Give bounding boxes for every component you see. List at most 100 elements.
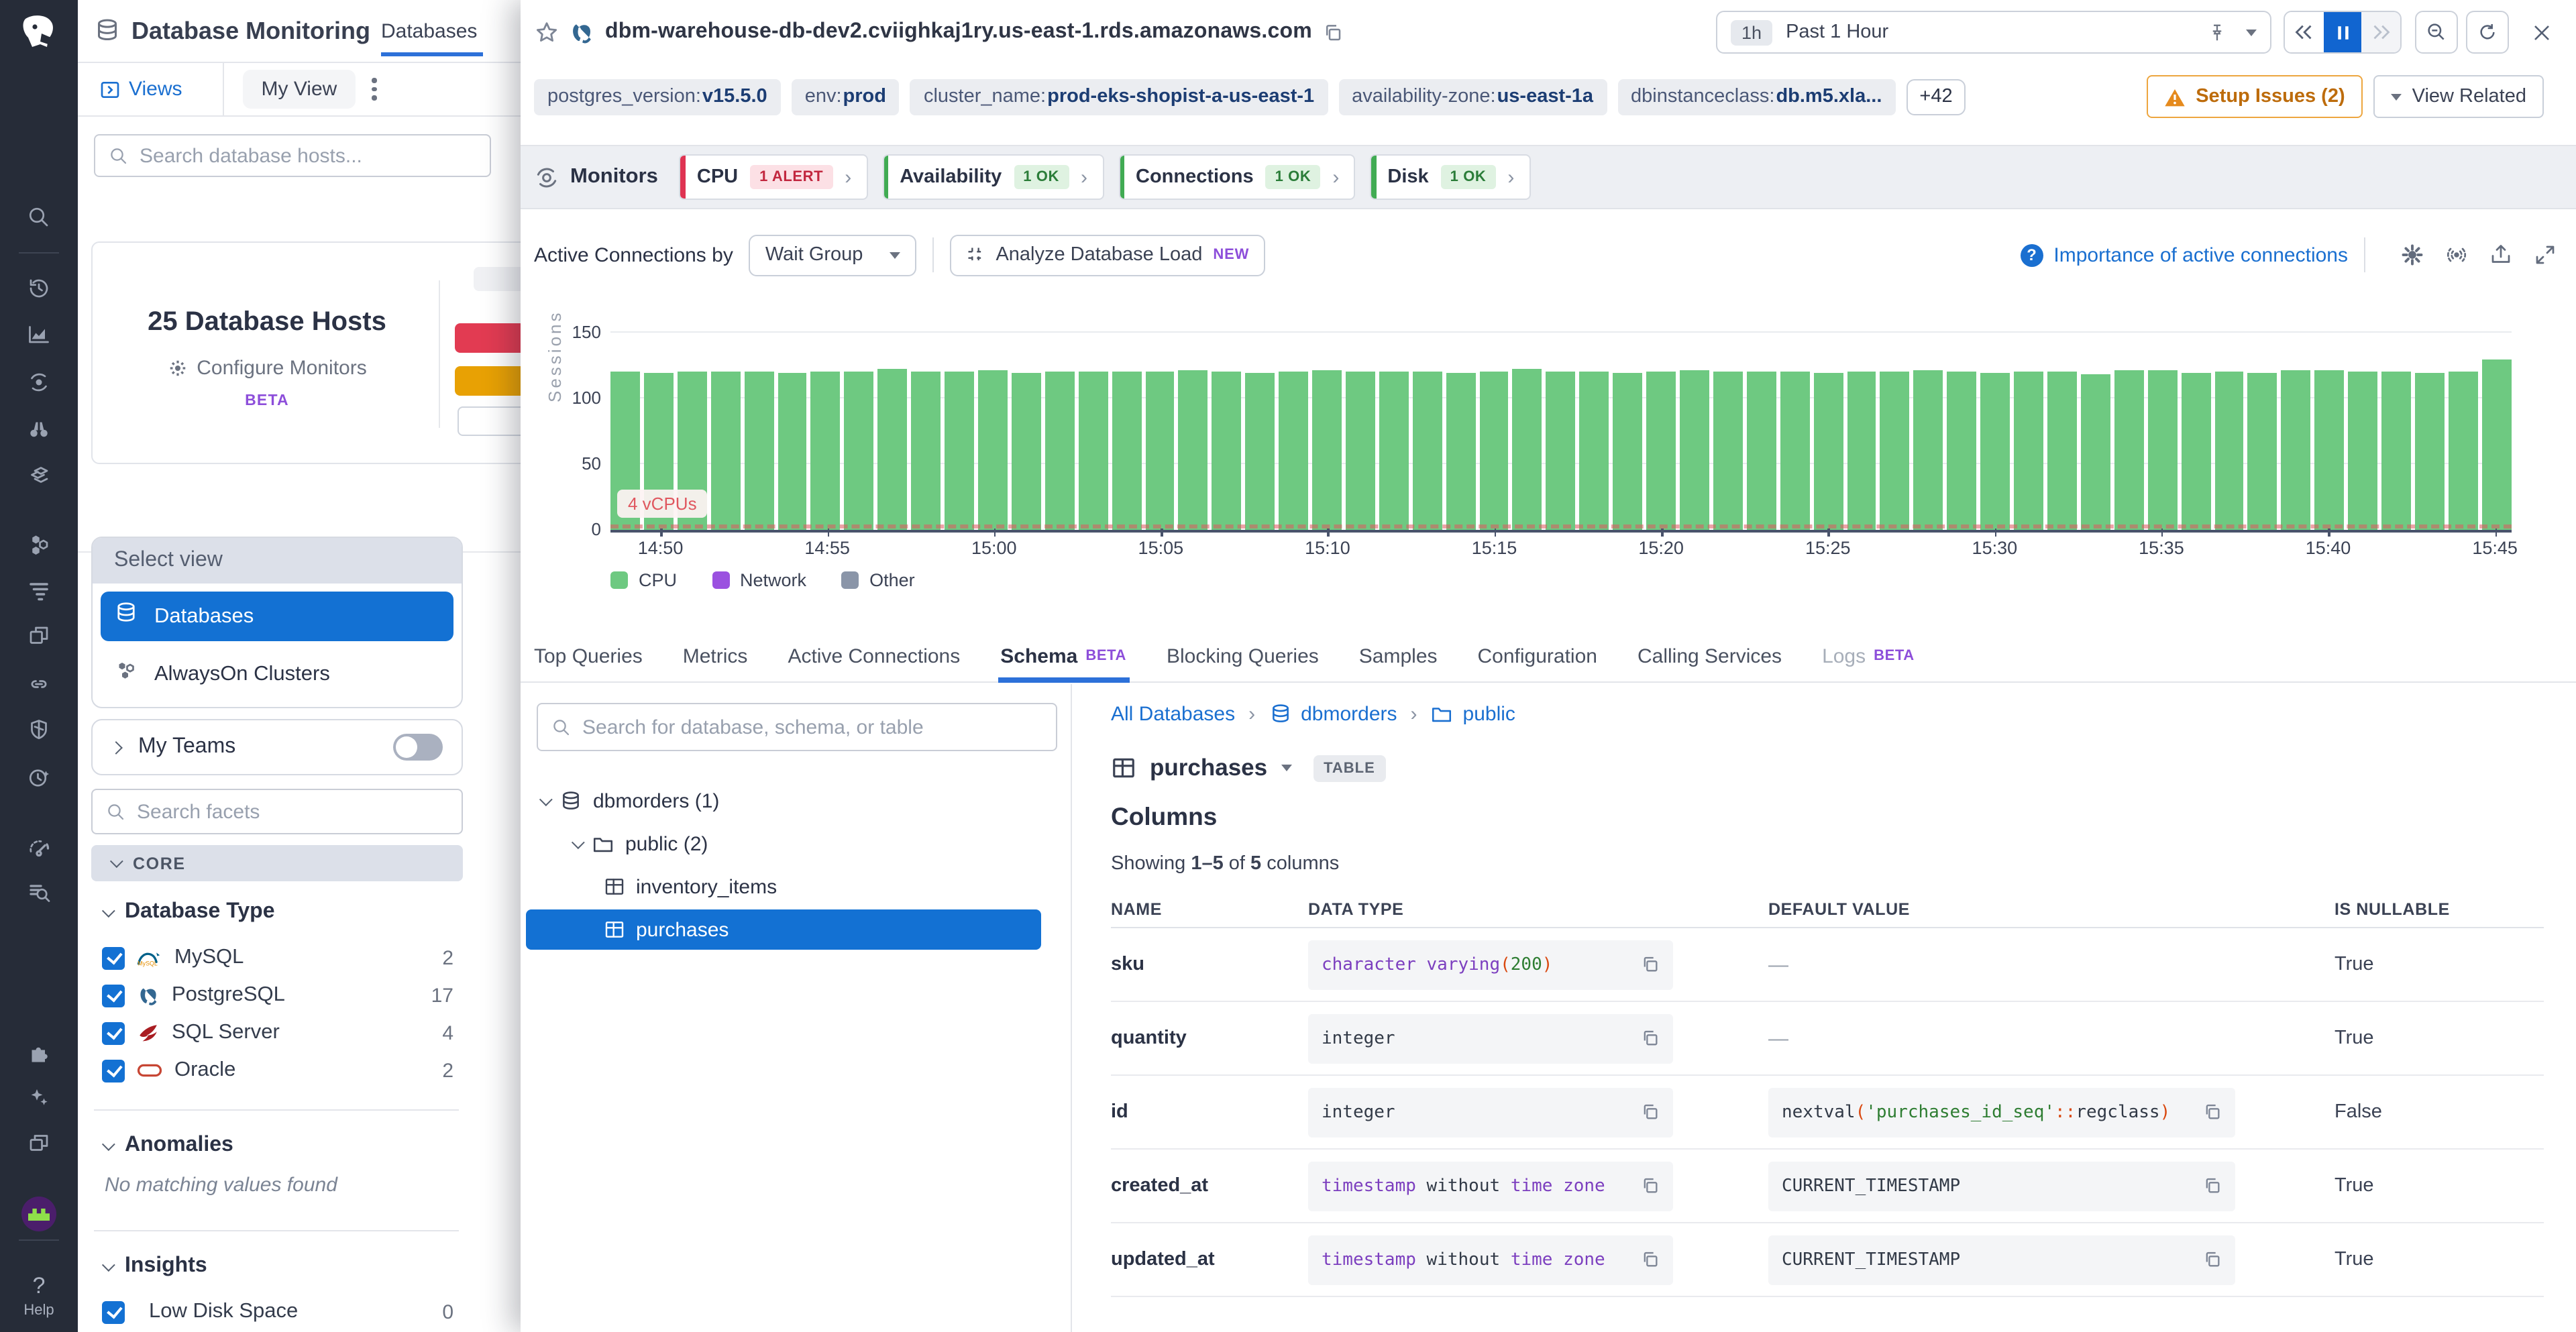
cpu-bar[interactable] xyxy=(1078,372,1108,530)
close-icon[interactable] xyxy=(2525,16,2557,48)
tab-top-queries[interactable]: Top Queries xyxy=(534,630,643,682)
help-button[interactable]: ? Help xyxy=(0,1273,78,1319)
copy-icon[interactable] xyxy=(1641,1103,1660,1121)
view-related-button[interactable]: View Related xyxy=(2373,75,2544,118)
log-explorer-icon[interactable] xyxy=(0,872,78,912)
export-icon[interactable] xyxy=(2489,243,2513,267)
cpu-bar[interactable] xyxy=(1713,372,1743,530)
search-database-hosts-input[interactable]: Search database hosts... xyxy=(94,134,491,177)
my-teams-toggle[interactable] xyxy=(393,734,443,761)
tab-samples[interactable]: Samples xyxy=(1359,630,1438,682)
monitor-card-cpu[interactable]: CPU 1 ALERT › xyxy=(680,154,867,200)
cpu-bar[interactable] xyxy=(2081,375,2110,530)
more-tags-button[interactable]: +42 xyxy=(1906,78,1966,115)
cpu-bar[interactable] xyxy=(945,372,974,530)
cpu-bar[interactable] xyxy=(1012,374,1041,530)
cpu-bar[interactable] xyxy=(878,370,908,530)
core-facet-group[interactable]: CORE xyxy=(91,845,463,881)
facet-oracle[interactable]: Oracle2 xyxy=(102,1053,453,1088)
cpu-bar[interactable] xyxy=(2047,372,2077,530)
cpu-bar[interactable] xyxy=(2482,359,2512,530)
wait-group-select[interactable]: Wait Group xyxy=(749,234,917,276)
legend-network[interactable]: Network xyxy=(712,570,806,590)
cpu-bar[interactable] xyxy=(1413,372,1442,530)
host-tag[interactable]: dbinstanceclass:db.m5.xla... xyxy=(1617,78,1895,115)
tab-databases[interactable]: Databases xyxy=(381,0,477,63)
cpu-bar[interactable] xyxy=(1479,372,1509,530)
broadcast-icon[interactable] xyxy=(2445,243,2469,267)
user-avatar[interactable] xyxy=(21,1197,56,1231)
legend-cpu[interactable]: CPU xyxy=(610,570,677,590)
facet-section-anomalies[interactable]: Anomalies xyxy=(102,1133,233,1158)
cpu-bar[interactable] xyxy=(2415,374,2445,530)
bits-ai-icon[interactable] xyxy=(0,1077,78,1117)
metrics-icon[interactable] xyxy=(0,314,78,354)
views-button[interactable]: Views xyxy=(78,78,204,101)
history-icon[interactable] xyxy=(0,268,78,309)
search-icon[interactable] xyxy=(0,197,78,237)
chevron-down-icon[interactable] xyxy=(1281,765,1291,771)
facet-postgresql[interactable]: PostgreSQL17 xyxy=(102,978,453,1013)
checkbox-checked[interactable] xyxy=(102,1059,125,1082)
tab-metrics[interactable]: Metrics xyxy=(683,630,748,682)
cpu-bar[interactable] xyxy=(1212,372,1242,530)
my-view-tab[interactable]: My View xyxy=(243,70,356,109)
cpu-bar[interactable] xyxy=(1446,374,1475,530)
time-range-picker[interactable]: 1h Past 1 Hour xyxy=(1716,11,2271,54)
copy-icon[interactable] xyxy=(2203,1250,2222,1269)
tab-configuration[interactable]: Configuration xyxy=(1478,630,1597,682)
analyze-database-load-button[interactable]: Analyze Database Load NEW xyxy=(950,234,1265,276)
cpu-bar[interactable] xyxy=(2014,372,2043,530)
fullscreen-icon[interactable] xyxy=(2533,243,2557,267)
gear-icon[interactable] xyxy=(2400,243,2424,267)
cpu-bar[interactable] xyxy=(2147,371,2177,530)
time-backward-button[interactable] xyxy=(2285,12,2323,52)
legend-other[interactable]: Other xyxy=(841,570,915,590)
cpu-bar[interactable] xyxy=(1880,372,1910,530)
cpu-bar[interactable] xyxy=(744,372,773,530)
copy-icon[interactable] xyxy=(2203,1176,2222,1195)
checkbox-checked[interactable] xyxy=(102,1021,125,1044)
cpu-bar[interactable] xyxy=(811,372,841,530)
cpu-bar[interactable] xyxy=(1513,370,1542,530)
cpu-bar[interactable] xyxy=(1613,374,1642,530)
cpu-bar[interactable] xyxy=(978,371,1008,530)
security-shield-icon[interactable] xyxy=(0,710,78,750)
cpu-bar[interactable] xyxy=(1379,372,1409,530)
copy-icon[interactable] xyxy=(1641,1176,1660,1195)
breadcrumb-all-databases[interactable]: All Databases xyxy=(1111,703,1235,726)
tab-active-connections[interactable]: Active Connections xyxy=(788,630,960,682)
apm-link-icon[interactable] xyxy=(0,664,78,704)
cpu-bar[interactable] xyxy=(2314,371,2344,530)
view-option-databases[interactable]: Databases xyxy=(101,592,453,641)
host-tag[interactable]: availability-zone:us-east-1a xyxy=(1338,78,1607,115)
cpu-bar[interactable] xyxy=(1546,372,1576,530)
active-connections-chart[interactable]: 4 vCPUs 14:5014:5515:0015:0515:1015:1515… xyxy=(610,333,2512,530)
software-catalog-icon[interactable] xyxy=(0,455,78,495)
kebab-menu-icon[interactable] xyxy=(372,78,376,101)
star-icon[interactable] xyxy=(534,19,559,45)
cpu-bar[interactable] xyxy=(1813,374,1843,530)
tab-calling-services[interactable]: Calling Services xyxy=(1638,630,1782,682)
facet-sql-server[interactable]: SQL Server4 xyxy=(102,1015,453,1050)
binoculars-icon[interactable] xyxy=(0,409,78,449)
tree-node-purchases[interactable]: purchases xyxy=(526,909,1041,950)
host-tag[interactable]: env:prod xyxy=(792,78,900,115)
monitor-card-availability[interactable]: Availability 1 OK › xyxy=(882,154,1104,200)
copy-icon[interactable] xyxy=(1641,955,1660,974)
tree-node-inventory_items[interactable]: inventory_items xyxy=(526,867,1041,907)
pin-icon[interactable] xyxy=(2207,22,2227,42)
cpu-bar[interactable] xyxy=(1747,372,1776,530)
copy-icon[interactable] xyxy=(1323,22,1343,42)
cpu-bar[interactable] xyxy=(1980,374,2010,530)
cpu-bar[interactable] xyxy=(1780,372,1809,530)
cpu-bar[interactable] xyxy=(1646,372,1676,530)
cpu-bar[interactable] xyxy=(1279,372,1308,530)
cpu-bar[interactable] xyxy=(2114,371,2144,530)
host-tag[interactable]: cluster_name:prod-eks-shopist-a-us-east-… xyxy=(910,78,1328,115)
copy-icon[interactable] xyxy=(1641,1029,1660,1048)
copy-icon[interactable] xyxy=(1641,1250,1660,1269)
cpu-bar[interactable] xyxy=(1112,372,1141,530)
cpu-bar[interactable] xyxy=(845,372,874,530)
infrastructure-icon[interactable] xyxy=(0,524,78,565)
